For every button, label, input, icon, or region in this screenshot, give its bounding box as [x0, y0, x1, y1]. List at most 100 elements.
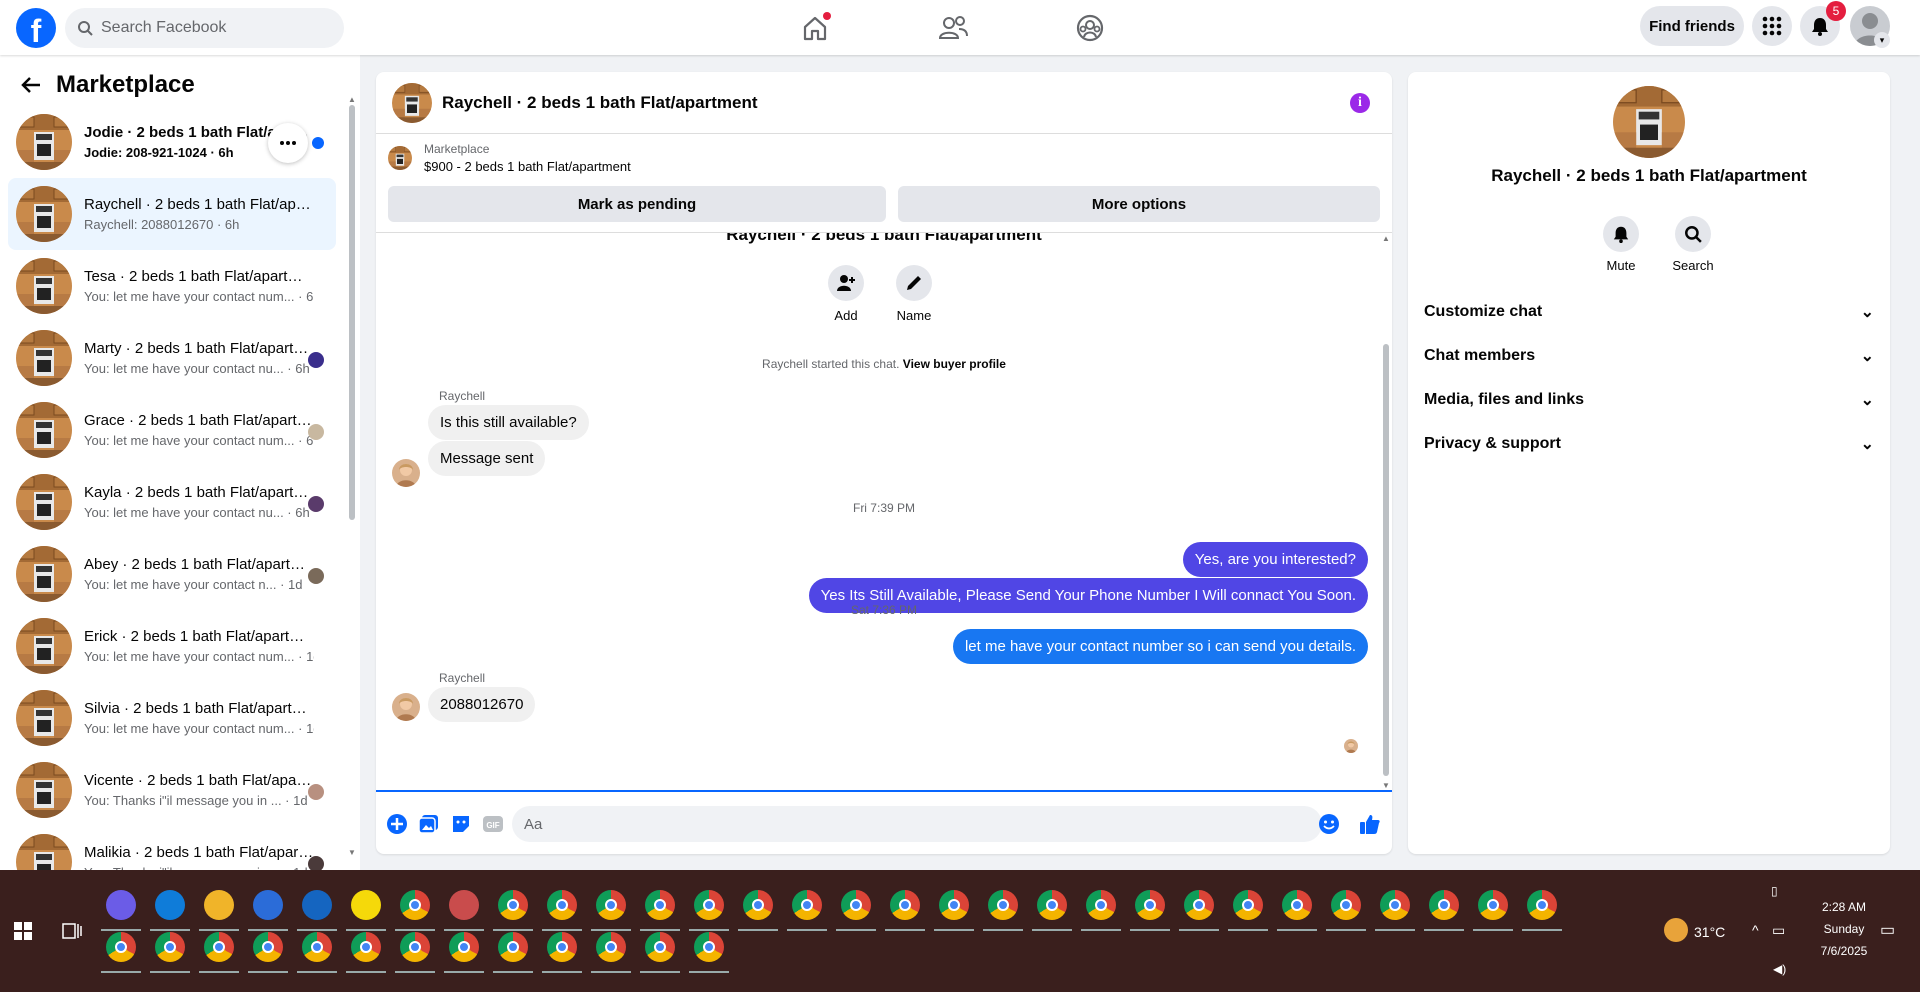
chrome-icon[interactable]	[302, 932, 332, 962]
edge-icon[interactable]	[155, 890, 185, 920]
chrome-icon[interactable]	[645, 890, 675, 920]
customize-chat-section[interactable]: Customize chat ⌄	[1424, 294, 1874, 330]
chrome-icon[interactable]	[792, 890, 822, 920]
chrome-icon[interactable]	[253, 932, 283, 962]
chrome-icon[interactable]	[1282, 890, 1312, 920]
notification-center-icon[interactable]: ▭	[1880, 920, 1895, 940]
file-explorer-icon[interactable]	[204, 890, 234, 920]
plus-circle-icon[interactable]	[386, 813, 408, 835]
groups-icon[interactable]	[1074, 12, 1106, 44]
chrome-icon[interactable]	[1527, 890, 1557, 920]
more-options-button[interactable]: More options	[898, 186, 1380, 222]
chrome-icon[interactable]	[743, 890, 773, 920]
home-icon[interactable]	[799, 12, 831, 44]
app-icon[interactable]	[449, 890, 479, 920]
find-friends-button[interactable]: Find friends	[1640, 6, 1744, 46]
photo-icon[interactable]	[418, 813, 440, 835]
chrome-icon[interactable]	[449, 932, 479, 962]
name-chat-button[interactable]: Name	[884, 265, 944, 323]
chat-members-section[interactable]: Chat members ⌄	[1424, 338, 1874, 374]
outgoing-message[interactable]: let me have your contact number so i can…	[952, 629, 1368, 664]
outgoing-message[interactable]: Yes, are you interested?	[1182, 542, 1368, 577]
thread-scrollbar[interactable]: ▲ ▼	[1380, 234, 1392, 790]
conversation-item[interactable]: Abey · 2 beds 1 bath Flat/apartment You: …	[8, 538, 336, 610]
conversation-item[interactable]: Vicente · 2 beds 1 bath Flat/apartment Yo…	[8, 754, 336, 826]
weather-icon[interactable]	[1664, 918, 1688, 942]
message-input[interactable]: Aa	[512, 806, 1322, 842]
chrome-icon[interactable]	[1135, 890, 1165, 920]
chrome-icon[interactable]	[694, 932, 724, 962]
conversation-item[interactable]: Marty · 2 beds 1 bath Flat/apartment You:…	[8, 322, 336, 394]
chrome-icon[interactable]	[1380, 890, 1410, 920]
chrome-icon[interactable]	[694, 890, 724, 920]
sidebar-scrollbar[interactable]: ▲ ▼	[348, 95, 356, 857]
store-icon[interactable]	[253, 890, 283, 920]
chrome-icon[interactable]	[204, 932, 234, 962]
clock-date[interactable]: 7/6/2025	[1806, 944, 1882, 958]
conversation-item[interactable]: Silvia · 2 beds 1 bath Flat/apartment You…	[8, 682, 336, 754]
volume-icon[interactable]: ◀)	[1773, 962, 1786, 976]
tray-chevron-icon[interactable]: ^	[1752, 922, 1759, 938]
privacy-support-section[interactable]: Privacy & support ⌄	[1424, 426, 1874, 462]
chrome-icon[interactable]	[498, 932, 528, 962]
facebook-logo[interactable]: f	[16, 8, 56, 48]
chrome-icon[interactable]	[890, 890, 920, 920]
copilot-icon[interactable]	[106, 890, 136, 920]
weather-temperature[interactable]: 31°C	[1694, 924, 1725, 940]
mute-button[interactable]: Mute	[1591, 216, 1651, 273]
chrome-icon[interactable]	[841, 890, 871, 920]
chrome-icon[interactable]	[547, 890, 577, 920]
chrome-icon[interactable]	[155, 932, 185, 962]
conversation-item[interactable]: Kayla · 2 beds 1 bath Flat/apartment You:…	[8, 466, 336, 538]
clock-day[interactable]: Sunday	[1806, 922, 1882, 936]
conversation-item[interactable]: Erick · 2 beds 1 bath Flat/apartment You:…	[8, 610, 336, 682]
search-in-chat-button[interactable]: Search	[1663, 216, 1723, 273]
chrome-icon[interactable]	[498, 890, 528, 920]
chrome-icon[interactable]	[1331, 890, 1361, 920]
windows-start-icon[interactable]	[14, 922, 32, 940]
mark-as-pending-button[interactable]: Mark as pending	[388, 186, 886, 222]
chrome-icon[interactable]	[1233, 890, 1263, 920]
media-files-links-section[interactable]: Media, files and links ⌄	[1424, 382, 1874, 418]
chrome-icon[interactable]	[400, 932, 430, 962]
outlook-icon[interactable]	[302, 890, 332, 920]
listing-avatar[interactable]	[1613, 86, 1685, 158]
chrome-icon[interactable]	[596, 932, 626, 962]
conversation-item[interactable]: Tesa · 2 beds 1 bath Flat/apartment You: …	[8, 250, 336, 322]
menu-grid-icon[interactable]	[1752, 6, 1792, 46]
chrome-icon[interactable]	[988, 890, 1018, 920]
chrome-icon[interactable]	[1429, 890, 1459, 920]
conversation-item[interactable]: Malikia · 2 beds 1 bath Flat/apartmentYo…	[8, 826, 336, 870]
back-arrow-icon[interactable]	[20, 74, 42, 96]
listing-thumbnail[interactable]	[392, 82, 432, 123]
tablet-mode-icon[interactable]: ▯	[1771, 884, 1778, 898]
chrome-icon[interactable]	[1086, 890, 1116, 920]
network-icon[interactable]: ▭	[1772, 922, 1785, 939]
add-people-button[interactable]: Add	[816, 265, 876, 323]
chrome-icon[interactable]	[1037, 890, 1067, 920]
sticky-notes-icon[interactable]	[351, 890, 381, 920]
incoming-message[interactable]: Is this still available?	[428, 405, 589, 440]
view-buyer-profile-link[interactable]: View buyer profile	[903, 357, 1006, 371]
chrome-icon[interactable]	[351, 932, 381, 962]
chrome-icon[interactable]	[547, 932, 577, 962]
incoming-message[interactable]: Message sent	[428, 441, 546, 476]
chrome-icon[interactable]	[400, 890, 430, 920]
listing-summary[interactable]: Marketplace $900 - 2 beds 1 bath Flat/ap…	[388, 142, 631, 174]
chrome-icon[interactable]	[106, 932, 136, 962]
conversation-more-button[interactable]	[268, 123, 308, 163]
gif-icon[interactable]: GIF	[482, 813, 504, 835]
account-chevron-icon[interactable]: ▾	[1874, 32, 1890, 48]
sticker-icon[interactable]	[450, 813, 472, 835]
chrome-icon[interactable]	[645, 932, 675, 962]
sender-avatar[interactable]	[392, 459, 420, 487]
chrome-icon[interactable]	[596, 890, 626, 920]
task-view-icon[interactable]	[62, 922, 82, 940]
sender-avatar[interactable]	[392, 693, 420, 721]
conversation-item[interactable]: Raychell · 2 beds 1 bath Flat/apartment R…	[8, 178, 336, 250]
clock-time[interactable]: 2:28 AM	[1806, 900, 1882, 914]
emoji-icon[interactable]	[1318, 813, 1340, 835]
chat-title[interactable]: Raychell · 2 beds 1 bath Flat/apartment	[442, 93, 758, 113]
incoming-message[interactable]: 2088012670	[428, 687, 536, 722]
search-input[interactable]: Search Facebook	[65, 8, 344, 48]
